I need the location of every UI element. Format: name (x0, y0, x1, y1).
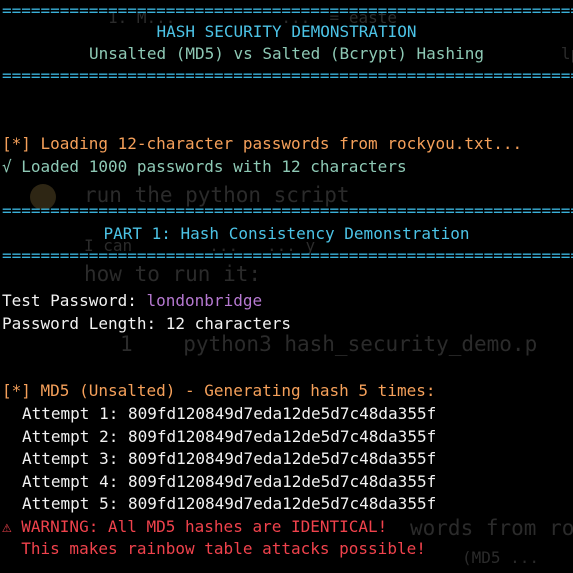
part1-title: PART 1: Hash Consistency Demonstration (103, 224, 470, 243)
separator-line: ========================================… (2, 201, 573, 220)
loaded-status: √ Loaded 1000 passwords with 12 characte… (2, 157, 407, 176)
password-length-line: Password Length: 12 characters (2, 314, 291, 333)
test-password-value: londonbridge (146, 291, 263, 310)
md5-attempt-line: Attempt 5: 809fd120849d7eda12de5d7c48da3… (22, 494, 437, 513)
test-password-line: Test Password: londonbridge (2, 290, 573, 312)
md5-attempt-line: Attempt 1: 809fd120849d7eda12de5d7c48da3… (22, 404, 437, 423)
test-password-label: Test Password: (2, 291, 147, 310)
md5-warning-detail: This makes rainbow table attacks possibl… (2, 539, 426, 558)
md5-attempt-line: Attempt 3: 809fd120849d7eda12de5d7c48da3… (22, 449, 437, 468)
separator-line: ========================================… (2, 66, 573, 85)
md5-header: [*] MD5 (Unsalted) - Generating hash 5 t… (2, 381, 436, 400)
md5-attempt-line: Attempt 2: 809fd120849d7eda12de5d7c48da3… (22, 427, 437, 446)
terminal-output: ========================================… (0, 0, 573, 573)
md5-warning: ⚠ WARNING: All MD5 hashes are IDENTICAL! (2, 517, 388, 536)
loading-status: [*] Loading 12-character passwords from … (2, 134, 523, 153)
md5-attempt-line: Attempt 4: 809fd120849d7eda12de5d7c48da3… (22, 472, 437, 491)
separator-line: ========================================… (2, 1, 573, 20)
banner-subtitle: Unsalted (MD5) vs Salted (Bcrypt) Hashin… (89, 44, 484, 63)
banner-title: HASH SECURITY DEMONSTRATION (156, 22, 417, 41)
separator-line: ========================================… (2, 246, 573, 265)
